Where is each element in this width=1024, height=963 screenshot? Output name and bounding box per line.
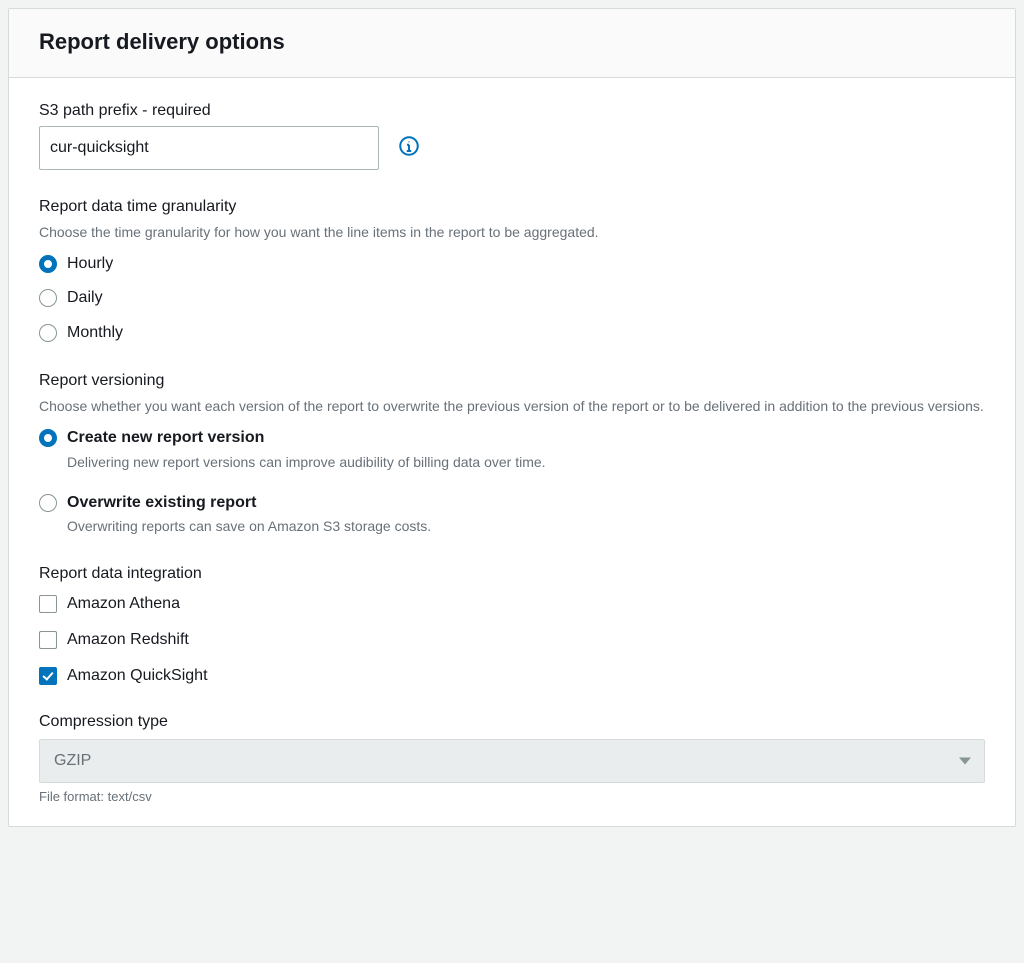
- s3-prefix-input[interactable]: [39, 126, 379, 170]
- checkbox-icon: [39, 631, 57, 649]
- radio-icon: [39, 429, 57, 447]
- granularity-label: Report data time granularity: [39, 198, 985, 216]
- info-icon[interactable]: [397, 134, 421, 158]
- radio-monthly[interactable]: Monthly: [39, 322, 985, 344]
- panel-body: S3 path prefix - required Report data ti…: [9, 78, 1015, 826]
- versioning-label: Report versioning: [39, 372, 985, 390]
- checkbox-icon: [39, 595, 57, 613]
- s3-prefix-row: [39, 126, 985, 170]
- versioning-options: Create new report version Delivering new…: [39, 427, 985, 536]
- radio-label: Daily: [67, 289, 103, 306]
- compression-helper: File format: text/csv: [39, 789, 985, 804]
- compression-select-wrap: GZIP: [39, 739, 985, 783]
- compression-select[interactable]: GZIP: [39, 739, 985, 783]
- checkbox-redshift[interactable]: Amazon Redshift: [39, 631, 985, 649]
- radio-icon: [39, 255, 57, 273]
- checkbox-quicksight[interactable]: Amazon QuickSight: [39, 667, 985, 685]
- radio-label: Hourly: [67, 255, 113, 272]
- granularity-field: Report data time granularity Choose the …: [39, 198, 985, 344]
- compression-field: Compression type GZIP File format: text/…: [39, 713, 985, 804]
- integration-field: Report data integration Amazon Athena Am…: [39, 565, 985, 685]
- integration-label: Report data integration: [39, 565, 985, 583]
- radio-hourly[interactable]: Hourly: [39, 253, 985, 275]
- radio-create-new-version[interactable]: Create new report version Delivering new…: [39, 427, 985, 472]
- radio-label: Monthly: [67, 324, 123, 341]
- panel-header: Report delivery options: [9, 9, 1015, 78]
- radio-label: Create new report version: [67, 427, 985, 449]
- versioning-field: Report versioning Choose whether you wan…: [39, 372, 985, 536]
- radio-sublabel: Overwriting reports can save on Amazon S…: [67, 516, 985, 536]
- granularity-options: Hourly Daily Monthly: [39, 253, 985, 344]
- radio-icon: [39, 289, 57, 307]
- integration-options: Amazon Athena Amazon Redshift Amazon Qui…: [39, 595, 985, 685]
- s3-prefix-label: S3 path prefix - required: [39, 102, 985, 120]
- checkbox-label: Amazon Athena: [67, 595, 180, 613]
- compression-value: GZIP: [54, 752, 91, 770]
- s3-prefix-field: S3 path prefix - required: [39, 102, 985, 170]
- chevron-down-icon: [959, 757, 971, 764]
- radio-overwrite-existing[interactable]: Overwrite existing report Overwriting re…: [39, 492, 985, 537]
- radio-sublabel: Delivering new report versions can impro…: [67, 452, 985, 472]
- report-delivery-panel: Report delivery options S3 path prefix -…: [8, 8, 1016, 827]
- checkbox-label: Amazon QuickSight: [67, 667, 208, 685]
- radio-icon: [39, 494, 57, 512]
- radio-icon: [39, 324, 57, 342]
- granularity-desc: Choose the time granularity for how you …: [39, 222, 985, 243]
- radio-daily[interactable]: Daily: [39, 287, 985, 309]
- checkbox-athena[interactable]: Amazon Athena: [39, 595, 985, 613]
- checkbox-label: Amazon Redshift: [67, 631, 189, 649]
- panel-title: Report delivery options: [39, 29, 985, 55]
- radio-label: Overwrite existing report: [67, 492, 985, 514]
- compression-label: Compression type: [39, 713, 985, 731]
- versioning-desc: Choose whether you want each version of …: [39, 396, 985, 417]
- checkbox-icon: [39, 667, 57, 685]
